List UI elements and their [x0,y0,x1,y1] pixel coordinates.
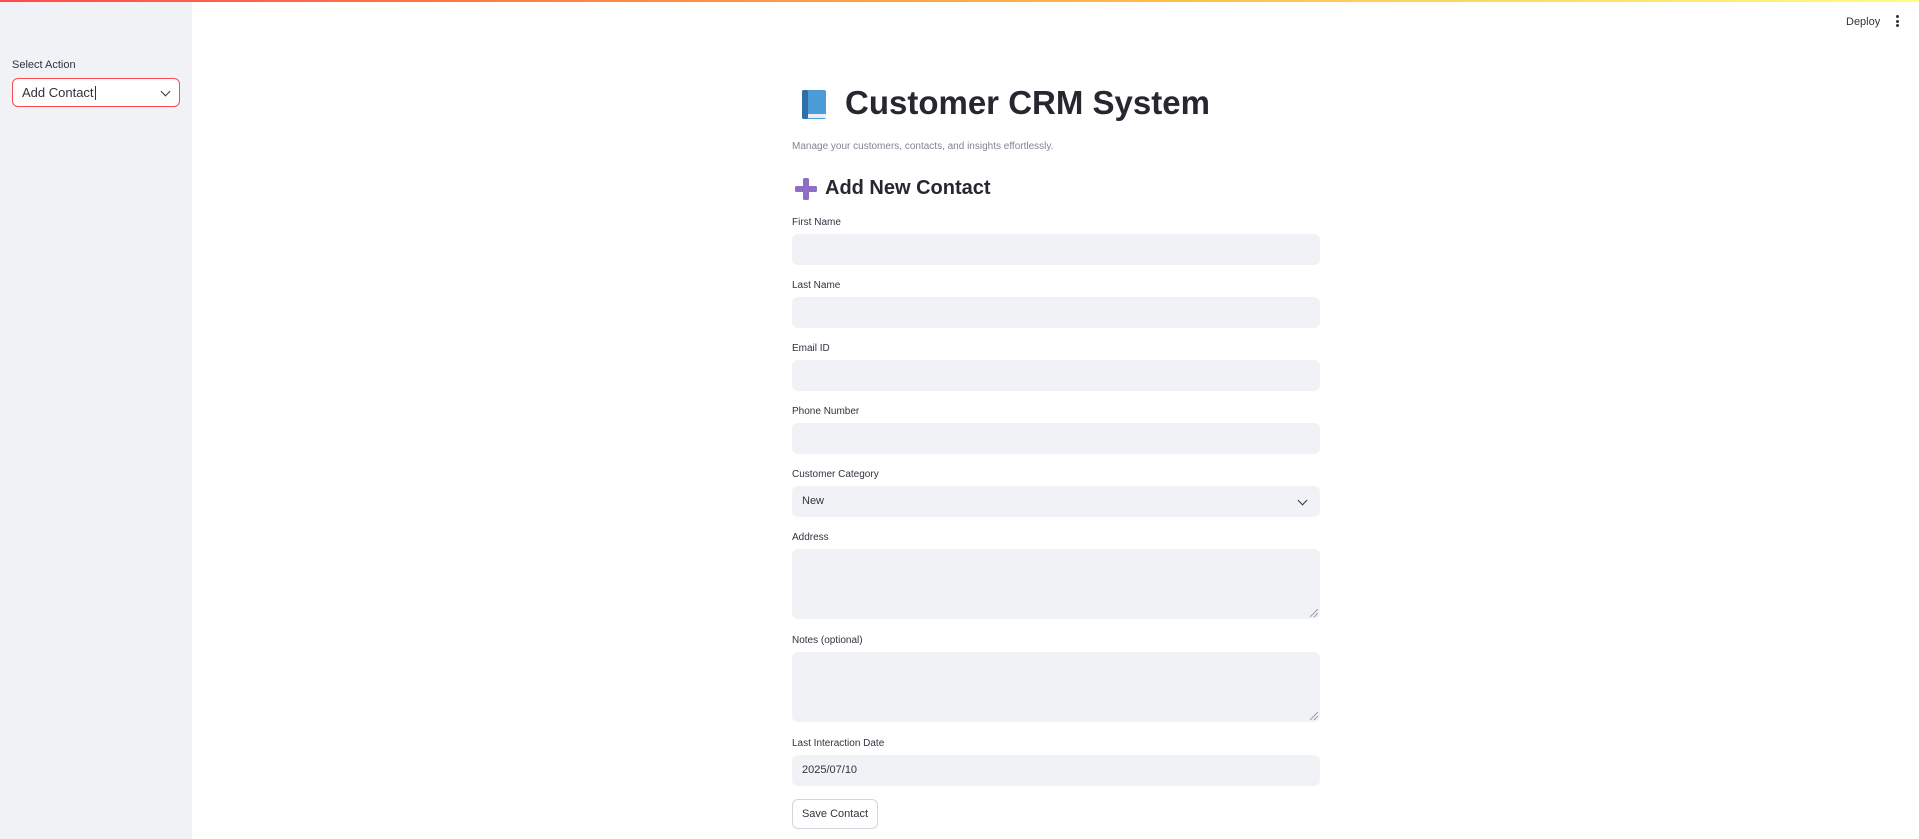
chevron-down-icon [160,86,171,97]
last-name-field[interactable] [792,297,1320,328]
deploy-button[interactable]: Deploy [1846,16,1880,28]
last-name-label: Last Name [792,280,841,291]
kebab-menu-icon[interactable] [1896,15,1900,28]
address-textarea[interactable] [792,549,1320,619]
title-row: Customer CRM System [792,84,1320,128]
page-title: Customer CRM System [845,84,1210,121]
notes-label: Notes (optional) [792,635,863,646]
select-action-label: Select Action [12,59,76,71]
section-title: Add New Contact [825,177,991,199]
last-interaction-date-field[interactable]: 2025/07/10 [792,755,1320,786]
save-contact-button[interactable]: Save Contact [792,799,878,829]
plus-icon [795,178,817,200]
page-subtitle: Manage your customers, contacts, and ins… [792,141,1054,152]
phone-field[interactable] [792,423,1320,454]
sidebar: Select Action Add Contact [0,0,192,839]
resize-handle-icon[interactable] [1310,712,1318,720]
category-label: Customer Category [792,469,879,480]
notes-textarea[interactable] [792,652,1320,722]
blue-book-icon [802,90,826,119]
address-label: Address [792,532,829,543]
top-decoration-stripe [0,0,1919,2]
phone-label: Phone Number [792,406,860,417]
first-name-field[interactable] [792,234,1320,265]
email-field[interactable] [792,360,1320,391]
chevron-down-icon [1297,495,1308,506]
last-interaction-label: Last Interaction Date [792,738,885,749]
category-value: New [802,495,825,507]
category-select[interactable]: New [792,486,1320,517]
section-heading: Add New Contact [792,175,1320,205]
select-action-value: Add Contact [22,85,94,100]
resize-handle-icon[interactable] [1310,609,1318,617]
text-cursor [94,86,96,100]
first-name-label: First Name [792,217,841,228]
email-label: Email ID [792,343,830,354]
select-action-dropdown[interactable]: Add Contact [12,78,180,107]
